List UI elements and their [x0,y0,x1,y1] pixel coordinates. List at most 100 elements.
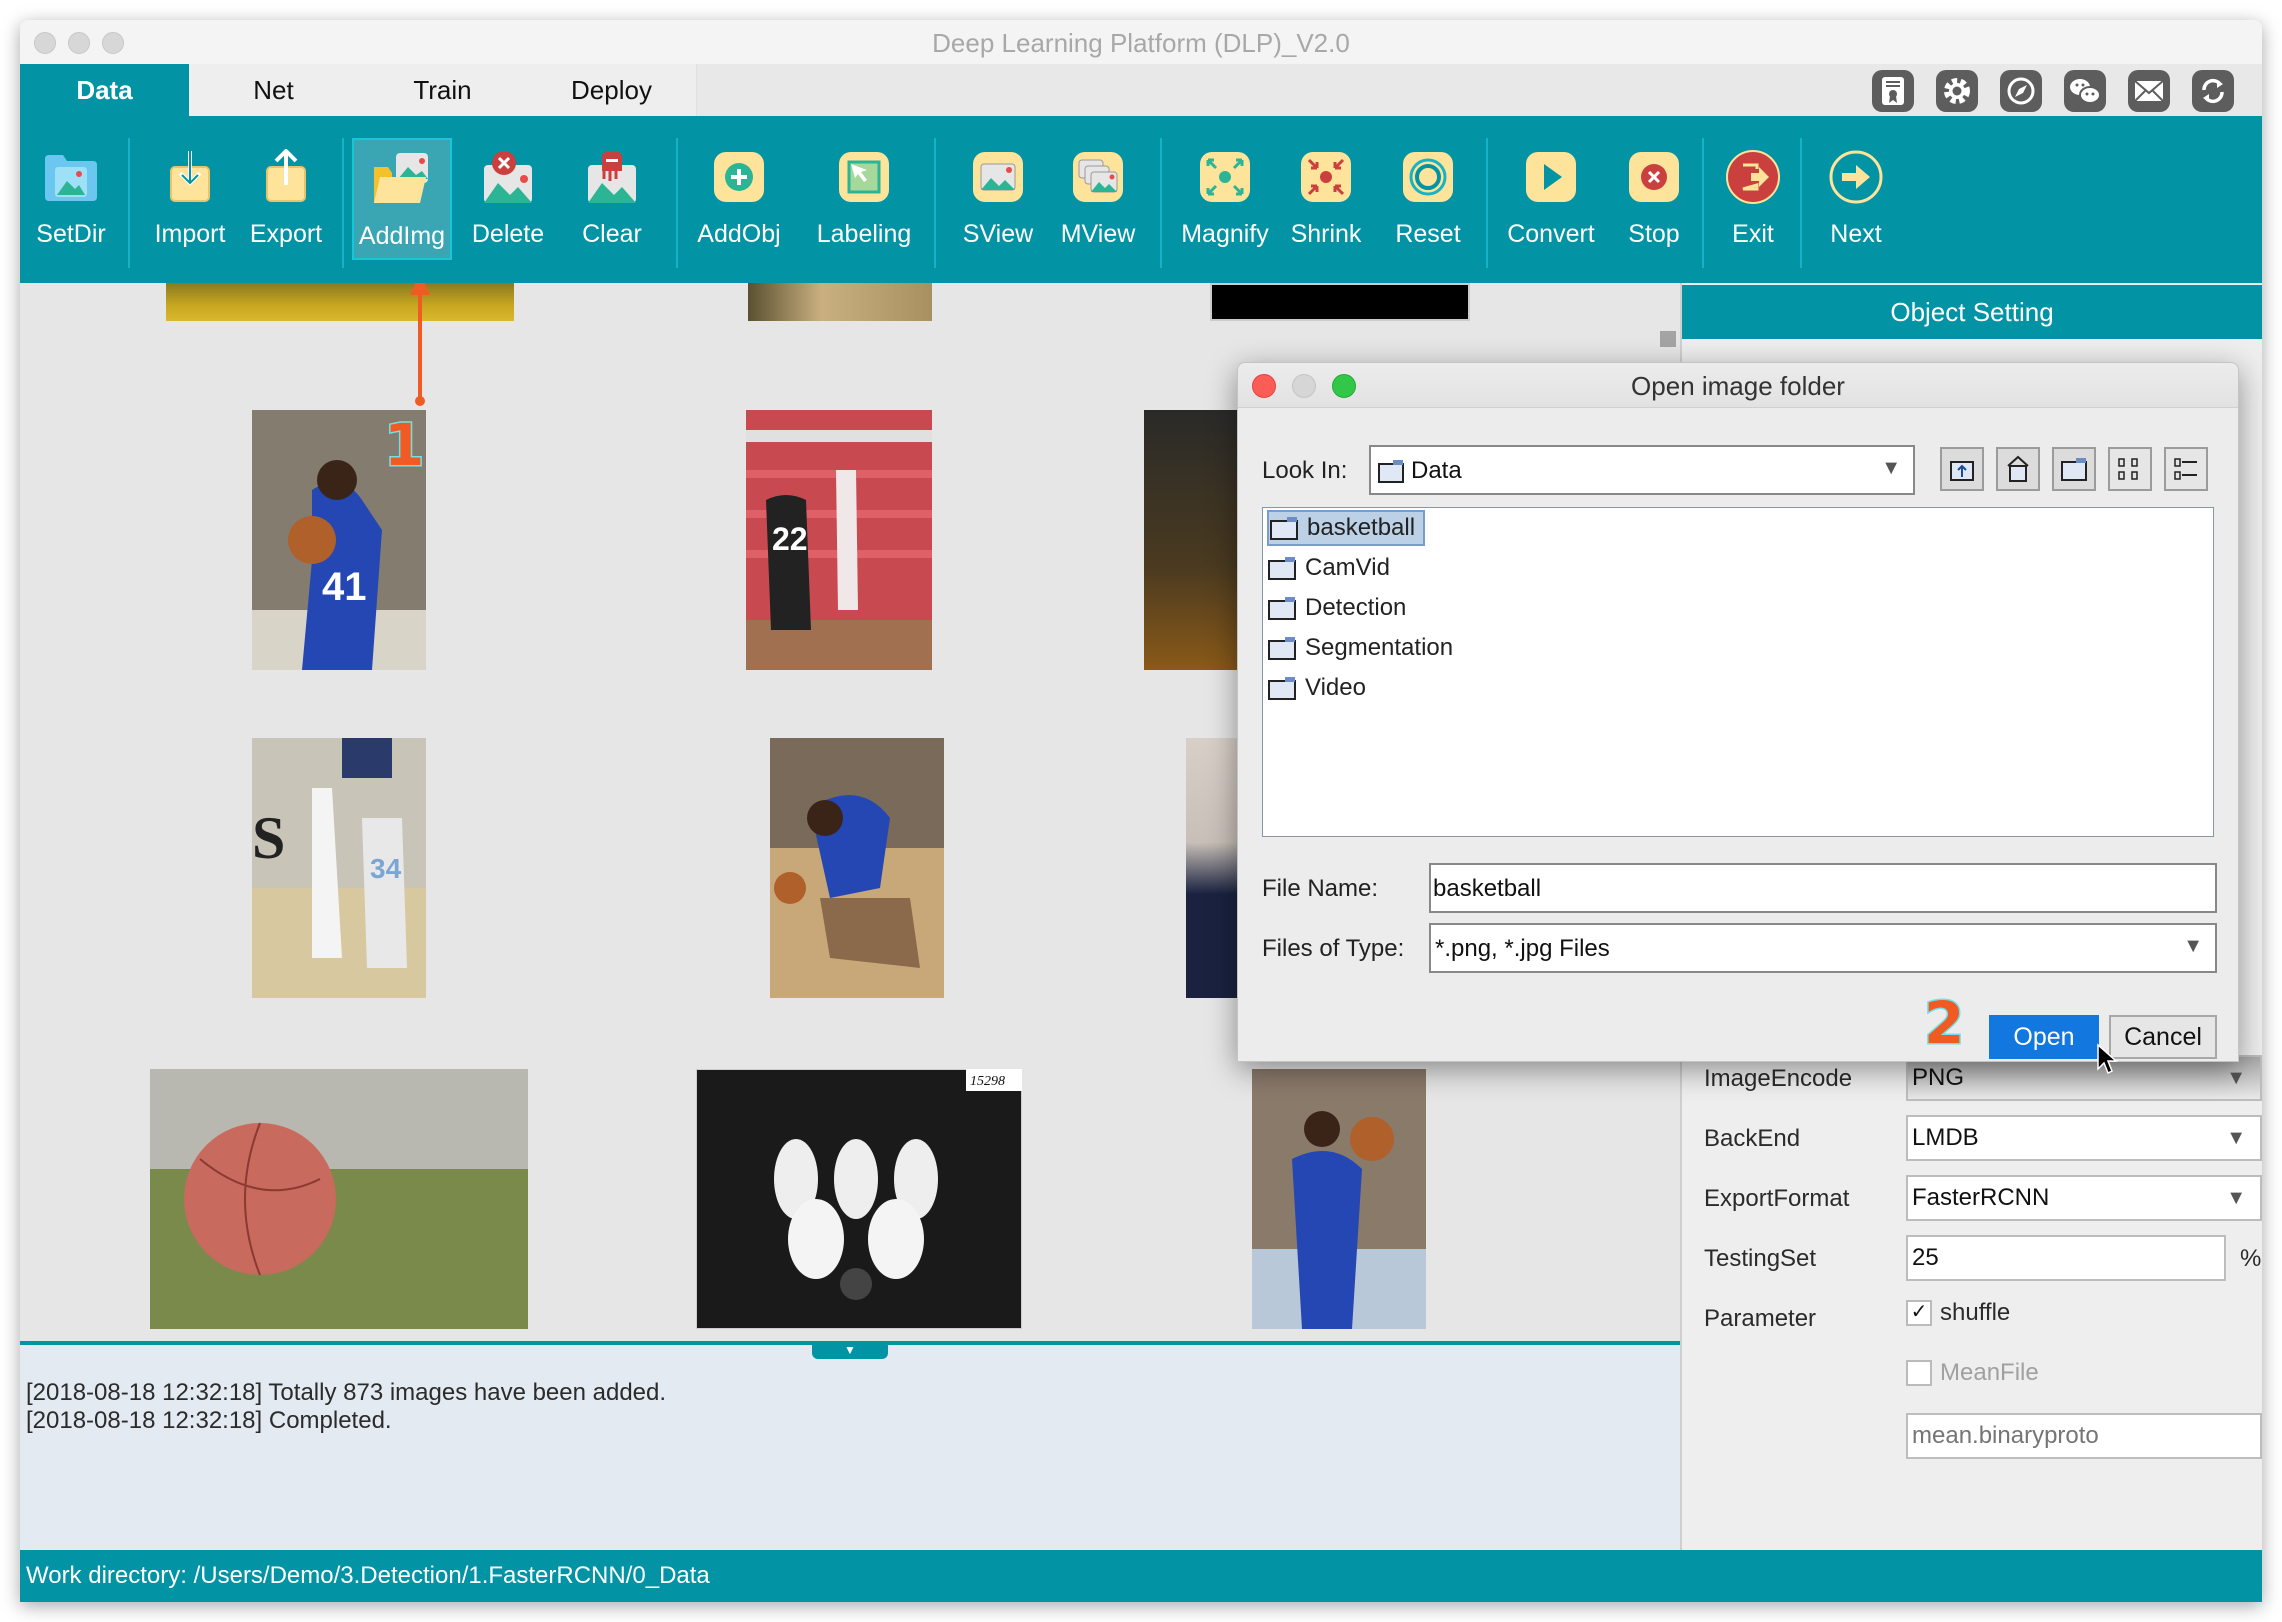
folder-name: CamVid [1305,554,1390,581]
toolbar-separator [1800,138,1802,268]
home-button[interactable] [1996,447,2040,491]
file-name-input[interactable]: basketball [1429,863,2217,913]
exportformat-value: FasterRCNN [1912,1184,2050,1211]
add-object-icon [708,146,770,208]
stop-label: Stop [1628,220,1680,248]
convert-button[interactable]: Convert [1496,138,1606,260]
shrink-icon [1295,146,1357,208]
magnify-button[interactable]: Magnify [1170,138,1280,260]
exit-button[interactable]: Exit [1710,138,1796,260]
list-view-button[interactable] [2108,447,2152,491]
meanfile-path-input[interactable] [1906,1413,2262,1459]
exit-label: Exit [1732,220,1774,248]
top-icon-group [1872,70,2234,112]
import-button[interactable]: Import [142,138,238,260]
cancel-button[interactable]: Cancel [2109,1015,2217,1059]
magnify-icon [1194,146,1256,208]
title-bar: Deep Learning Platform (DLP)_V2.0 [20,20,2262,65]
file-name-value: basketball [1433,875,1542,902]
folder-icon [1267,556,1297,580]
testingset-value: 25 [1912,1244,1939,1271]
image-thumbnail[interactable] [166,283,514,321]
labeling-button[interactable]: Labeling [804,138,924,260]
image-thumbnail[interactable]: 15298 [696,1069,1022,1329]
shrink-button[interactable]: Shrink [1276,138,1376,260]
folder-item-camvid[interactable]: CamVid [1267,550,1398,586]
folder-icon [1269,516,1299,540]
collapse-log-button[interactable]: ▼ [812,1343,888,1359]
image-thumbnail[interactable] [150,1069,528,1329]
look-in-label: Look In: [1262,457,1348,484]
certificate-icon[interactable] [1872,70,1914,112]
next-label: Next [1830,220,1882,248]
next-button[interactable]: Next [1810,138,1902,260]
shuffle-checkbox-row[interactable]: ✓ shuffle [1906,1299,2010,1327]
gear-icon[interactable] [1936,70,1978,112]
image-thumbnail[interactable] [1252,1069,1426,1329]
open-button[interactable]: Open [1989,1015,2099,1059]
tab-train[interactable]: Train [358,64,528,116]
folder-item-video[interactable]: Video [1267,670,1374,706]
folder-item-basketball[interactable]: basketball [1267,510,1426,546]
image-thumbnail[interactable]: S 34 [252,738,426,998]
convert-label: Convert [1507,220,1595,248]
chevron-down-icon: ▼ [2226,1127,2246,1149]
chevron-down-icon: ▼ [2226,1067,2246,1089]
folder-icon [1267,596,1297,620]
exportformat-select[interactable]: FasterRCNN ▼ [1906,1175,2262,1221]
toolbar-separator [342,138,344,268]
addimg-button[interactable]: AddImg [352,138,452,260]
meanfile-checkbox[interactable] [1906,1360,1932,1386]
toolbar-separator [1486,138,1488,268]
up-folder-button[interactable] [1940,447,1984,491]
dialog-title: Open image folder [1631,371,1845,401]
toolbar: SetDir Import Export AddImg Delete Clear… [20,116,2262,283]
tab-net[interactable]: Net [189,64,359,116]
delete-label: Delete [471,220,545,248]
shuffle-checkbox[interactable]: ✓ [1906,1300,1932,1326]
reset-button[interactable]: Reset [1378,138,1478,260]
delete-button[interactable]: Delete [458,138,558,260]
addobj-label: AddObj [697,220,781,248]
details-view-button[interactable] [2164,447,2208,491]
work-directory: Work directory: /Users/Demo/3.Detection/… [26,1562,710,1589]
step1-arrow [410,283,430,406]
export-icon [255,146,317,208]
image-thumbnail[interactable] [1144,410,1244,670]
stop-icon [1623,146,1685,208]
dialog-title-bar: Open image folder [1238,363,2238,408]
image-thumbnail[interactable]: 22 [746,410,932,670]
folder-item-detection[interactable]: Detection [1267,590,1414,626]
setdir-button[interactable]: SetDir [22,138,120,260]
folder-icon [1267,636,1297,660]
reset-label: Reset [1395,220,1461,248]
look-in-select[interactable]: Data ▼ [1369,445,1915,495]
stop-button[interactable]: Stop [1604,138,1704,260]
compass-icon[interactable] [2000,70,2042,112]
sview-label: SView [962,220,1034,248]
image-thumbnail[interactable] [1210,283,1470,321]
image-thumbnail[interactable] [748,283,932,321]
tab-deploy[interactable]: Deploy [527,64,697,116]
refresh-icon[interactable] [2192,70,2234,112]
wechat-icon[interactable] [2064,70,2106,112]
folder-name: basketball [1307,514,1416,541]
mail-icon[interactable] [2128,70,2170,112]
folder-item-segmentation[interactable]: Segmentation [1267,630,1461,666]
toolbar-separator [934,138,936,268]
addobj-button[interactable]: AddObj [686,138,792,260]
labeling-label: Labeling [816,220,912,248]
meanfile-checkbox-row[interactable]: MeanFile [1906,1359,2039,1387]
new-folder-button[interactable] [2052,447,2096,491]
backend-select[interactable]: LMDB ▼ [1906,1115,2262,1161]
clear-button[interactable]: Clear [562,138,662,260]
tab-data[interactable]: Data [20,64,190,116]
testingset-input[interactable]: 25 [1906,1235,2226,1281]
scrollbar-thumb[interactable] [1660,331,1676,347]
clear-image-icon [581,146,643,208]
files-of-type-select[interactable]: *.png, *.jpg Files ▼ [1429,923,2217,973]
export-button[interactable]: Export [238,138,334,260]
mview-button[interactable]: MView [1046,138,1150,260]
image-thumbnail[interactable] [770,738,944,998]
sview-button[interactable]: SView [946,138,1050,260]
